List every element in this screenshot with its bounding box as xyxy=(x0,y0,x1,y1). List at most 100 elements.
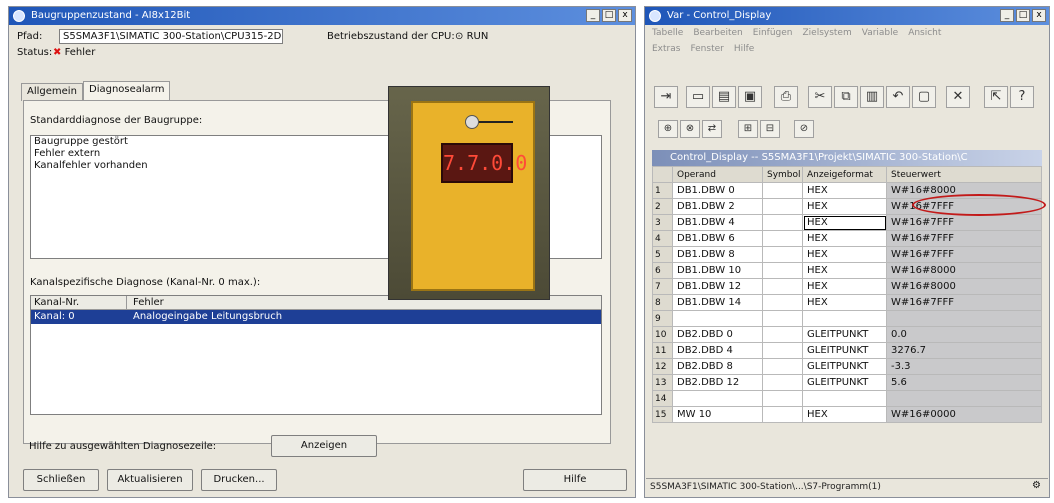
format-cell[interactable]: HEX xyxy=(802,262,887,279)
paste-icon[interactable]: ▥ xyxy=(860,86,884,108)
row-number-cell[interactable]: 15 xyxy=(652,406,673,423)
symbol-cell[interactable] xyxy=(762,326,803,343)
copy-icon[interactable]: ⧉ xyxy=(834,86,858,108)
menu-tabelle[interactable]: Tabelle xyxy=(652,28,683,38)
operand-cell[interactable]: DB1.DBW 2 xyxy=(672,198,763,215)
row-number-cell[interactable]: 6 xyxy=(652,262,673,279)
force-icon[interactable]: ⊟ xyxy=(760,120,780,138)
symbol-cell[interactable] xyxy=(762,246,803,263)
row-number-cell[interactable]: 14 xyxy=(652,390,673,407)
open-icon[interactable]: ▤ xyxy=(712,86,736,108)
table-row[interactable]: 3 DB1.DBW 4 HEX W#16#7FFF xyxy=(652,214,1042,231)
value-cell[interactable] xyxy=(886,390,1042,407)
operand-cell[interactable]: DB2.DBD 0 xyxy=(672,326,763,343)
drucken-button[interactable]: Drucken... xyxy=(201,469,277,491)
symbol-cell[interactable] xyxy=(762,358,803,375)
tab-allgemein[interactable]: Allgemein xyxy=(21,83,83,101)
table-row[interactable]: 7 DB1.DBW 12 HEX W#16#8000 xyxy=(652,278,1042,295)
table-row[interactable]: 11 DB2.DBD 4 GLEITPUNKT 3276.7 xyxy=(652,342,1042,359)
row-number-cell[interactable]: 2 xyxy=(652,198,673,215)
row-number-cell[interactable]: 7 xyxy=(652,278,673,295)
table-row[interactable]: 15 MW 10 HEX W#16#0000 xyxy=(652,406,1042,423)
format-cell[interactable]: GLEITPUNKT xyxy=(802,326,887,343)
undo-icon[interactable]: ↶ xyxy=(886,86,910,108)
table-row[interactable]: 8 DB1.DBW 14 HEX W#16#7FFF xyxy=(652,294,1042,311)
format-cell[interactable]: HEX xyxy=(802,278,887,295)
value-cell[interactable]: 3276.7 xyxy=(886,342,1042,359)
value-cell[interactable] xyxy=(886,310,1042,327)
row-number-cell[interactable]: 10 xyxy=(652,326,673,343)
menu-hilfe[interactable]: Hilfe xyxy=(734,44,754,54)
maximize-button[interactable]: □ xyxy=(602,9,616,22)
operand-cell[interactable]: DB1.DBW 14 xyxy=(672,294,763,311)
symbol-cell[interactable] xyxy=(762,278,803,295)
col-format-header[interactable]: Anzeigeformat xyxy=(802,166,887,183)
table-row[interactable]: 14 xyxy=(652,390,1042,407)
symbol-cell[interactable] xyxy=(762,294,803,311)
operand-cell[interactable]: DB2.DBD 4 xyxy=(672,342,763,359)
format-cell[interactable] xyxy=(802,310,887,327)
table-row[interactable]: 12 DB2.DBD 8 GLEITPUNKT -3.3 xyxy=(652,358,1042,375)
menu-ansicht[interactable]: Ansicht xyxy=(908,28,941,38)
table-row[interactable]: Kanal: 0 Analogeingabe Leitungsbruch xyxy=(31,310,601,324)
menu-einfuegen[interactable]: Einfügen xyxy=(753,28,793,38)
var-close-button[interactable]: x xyxy=(1032,9,1046,22)
symbol-cell[interactable] xyxy=(762,374,803,391)
format-cell[interactable]: GLEITPUNKT xyxy=(802,374,887,391)
table-row[interactable]: 5 DB1.DBW 8 HEX W#16#7FFF xyxy=(652,246,1042,263)
row-number-cell[interactable]: 12 xyxy=(652,358,673,375)
channel-diagnose-list[interactable]: Kanal-Nr. Fehler Kanal: 0 Analogeingabe … xyxy=(30,295,602,415)
format-cell[interactable]: HEX xyxy=(802,406,887,423)
menu-fenster[interactable]: Fenster xyxy=(690,44,723,54)
table-row[interactable]: 9 xyxy=(652,310,1042,327)
operand-cell[interactable]: DB2.DBD 12 xyxy=(672,374,763,391)
monitor-icon[interactable]: ⊕ xyxy=(658,120,678,138)
modify-icon[interactable]: ⊗ xyxy=(680,120,700,138)
value-cell[interactable]: W#16#7FFF xyxy=(886,230,1042,247)
save-icon[interactable]: ▣ xyxy=(738,86,762,108)
format-cell[interactable]: HEX xyxy=(802,230,887,247)
trigger-icon[interactable]: ⇄ xyxy=(702,120,722,138)
col-operand-header[interactable]: Operand xyxy=(672,166,763,183)
menu-variable[interactable]: Variable xyxy=(862,28,898,38)
operand-cell[interactable]: DB1.DBW 12 xyxy=(672,278,763,295)
operand-cell[interactable]: DB1.DBW 6 xyxy=(672,230,763,247)
symbol-cell[interactable] xyxy=(762,390,803,407)
window-arrange-icon[interactable]: ⇱ xyxy=(984,86,1008,108)
aktualisieren-button[interactable]: Aktualisieren xyxy=(107,469,193,491)
value-cell[interactable]: W#16#0000 xyxy=(886,406,1042,423)
print-icon[interactable]: ⎙ xyxy=(774,86,798,108)
new-icon[interactable]: ▭ xyxy=(686,86,710,108)
format-cell[interactable]: HEX xyxy=(802,214,887,231)
enable-io-icon[interactable]: ⊘ xyxy=(794,120,814,138)
value-cell[interactable]: 5.6 xyxy=(886,374,1042,391)
value-cell[interactable]: 0.0 xyxy=(886,326,1042,343)
table-row[interactable]: 10 DB2.DBD 0 GLEITPUNKT 0.0 xyxy=(652,326,1042,343)
symbol-cell[interactable] xyxy=(762,214,803,231)
cut-icon[interactable]: ✂ xyxy=(808,86,832,108)
value-cell[interactable]: W#16#8000 xyxy=(886,278,1042,295)
minimize-button[interactable]: _ xyxy=(586,9,600,22)
row-number-cell[interactable]: 13 xyxy=(652,374,673,391)
symbol-cell[interactable] xyxy=(762,406,803,423)
row-number-cell[interactable]: 9 xyxy=(652,310,673,327)
help-icon[interactable]: ? xyxy=(1010,86,1034,108)
col-symbol-header[interactable]: Symbol xyxy=(762,166,803,183)
row-number-cell[interactable]: 8 xyxy=(652,294,673,311)
symbol-cell[interactable] xyxy=(762,262,803,279)
col-fehler-header[interactable]: Fehler xyxy=(127,296,164,309)
table-row[interactable]: 4 DB1.DBW 6 HEX W#16#7FFF xyxy=(652,230,1042,247)
format-cell[interactable]: HEX xyxy=(802,182,887,199)
table-row[interactable]: 13 DB2.DBD 12 GLEITPUNKT 5.6 xyxy=(652,374,1042,391)
table-row[interactable]: 6 DB1.DBW 10 HEX W#16#8000 xyxy=(652,262,1042,279)
operand-cell[interactable]: DB1.DBW 4 xyxy=(672,214,763,231)
value-cell[interactable]: W#16#8000 xyxy=(886,262,1042,279)
hilfe-button[interactable]: Hilfe xyxy=(523,469,627,491)
schliessen-button[interactable]: Schließen xyxy=(23,469,99,491)
format-cell[interactable] xyxy=(802,390,887,407)
format-cell[interactable]: HEX xyxy=(802,294,887,311)
delete-icon[interactable]: ✕ xyxy=(946,86,970,108)
symbol-cell[interactable] xyxy=(762,310,803,327)
format-cell[interactable]: GLEITPUNKT xyxy=(802,358,887,375)
menu-zielsystem[interactable]: Zielsystem xyxy=(802,28,851,38)
